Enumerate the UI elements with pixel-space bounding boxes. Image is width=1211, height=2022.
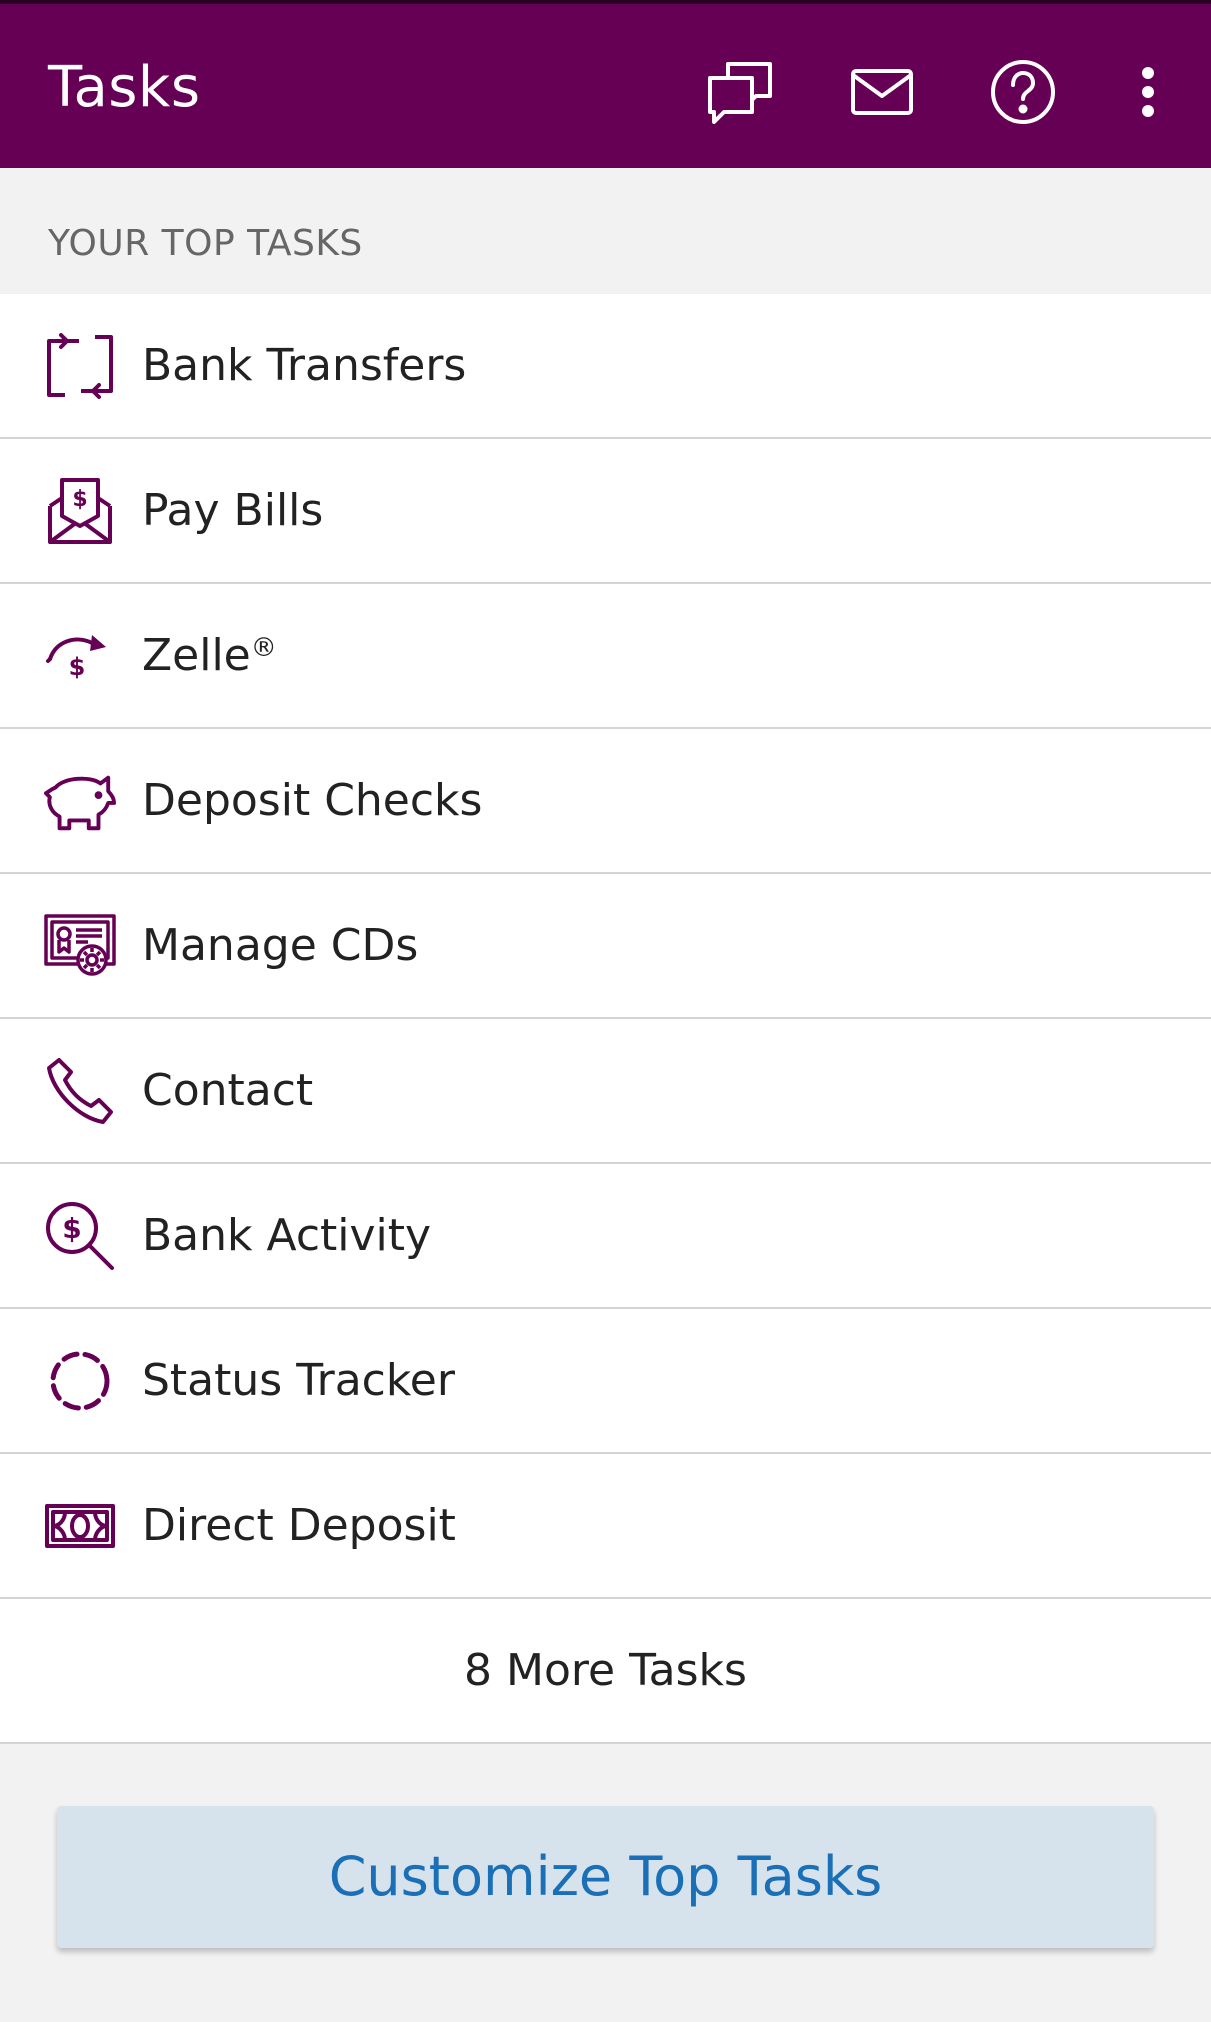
phone-icon [44,1055,116,1127]
task-label: Deposit Checks [142,775,483,826]
chat-icon[interactable] [700,52,780,132]
help-icon[interactable] [983,52,1063,132]
task-label: Pay Bills [142,485,324,536]
task-label: Direct Deposit [142,1500,456,1551]
dollar-search-icon: $ [44,1200,116,1272]
task-item-manage-cds[interactable]: Manage CDs [0,874,1211,1019]
svg-text:$: $ [69,653,86,681]
task-label: Manage CDs [142,920,419,971]
task-list: Bank Transfers $ Pay Bills $ Zelle® Depo… [0,294,1211,1744]
task-label: Zelle® [142,630,277,682]
pay-bills-icon: $ [44,475,116,547]
certificate-icon [44,910,116,982]
task-label: Bank Transfers [142,340,467,391]
page-title: Tasks [48,55,201,120]
status-tracker-icon [44,1345,116,1417]
task-label: Contact [142,1065,314,1116]
task-item-contact[interactable]: Contact [0,1019,1211,1164]
task-label: Status Tracker [142,1355,455,1406]
transfer-icon [44,330,116,402]
task-item-bank-transfers[interactable]: Bank Transfers [0,294,1211,439]
more-vertical-icon[interactable] [1108,52,1188,132]
registered-mark: ® [250,633,277,663]
task-item-pay-bills[interactable]: $ Pay Bills [0,439,1211,584]
piggy-bank-icon [44,765,116,837]
task-item-deposit-checks[interactable]: Deposit Checks [0,729,1211,874]
more-tasks-label: 8 More Tasks [464,1645,747,1696]
section-header: YOUR TOP TASKS [0,168,1211,294]
task-item-direct-deposit[interactable]: Direct Deposit [0,1454,1211,1599]
svg-text:$: $ [72,487,87,512]
zelle-label-text: Zelle [142,630,251,681]
section-header-label: YOUR TOP TASKS [48,223,363,264]
task-item-bank-activity[interactable]: $ Bank Activity [0,1164,1211,1309]
task-label: Bank Activity [142,1210,432,1261]
more-tasks-button[interactable]: 8 More Tasks [0,1599,1211,1744]
task-item-status-tracker[interactable]: Status Tracker [0,1309,1211,1454]
cash-bill-icon [44,1490,116,1562]
app-bar: Tasks [0,0,1211,168]
svg-text:$: $ [62,1212,81,1245]
zelle-icon: $ [44,620,116,692]
task-item-zelle[interactable]: $ Zelle® [0,584,1211,729]
mail-icon[interactable] [842,52,922,132]
customize-top-tasks-button[interactable]: Customize Top Tasks [57,1806,1154,1948]
